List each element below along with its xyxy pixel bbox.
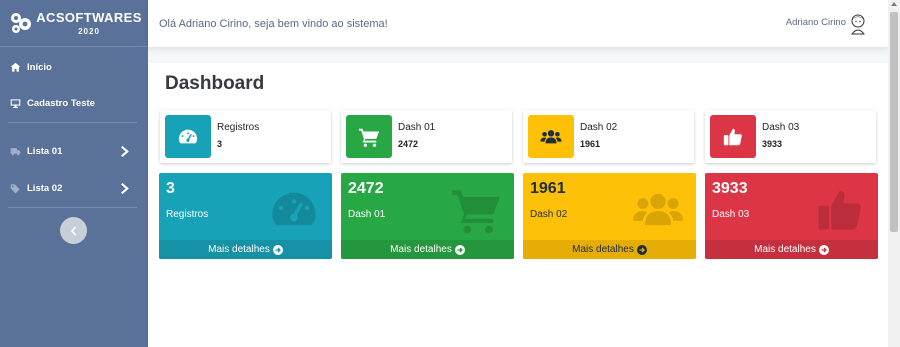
info-box-value: 3933 bbox=[762, 139, 783, 149]
chevron-right-icon bbox=[121, 145, 129, 157]
sidebar-item-inicio[interactable]: Início bbox=[0, 57, 148, 77]
topbar: Olá Adriano Cirino, seja bem vindo ao si… bbox=[148, 0, 888, 47]
info-box-dash-01: Dash 01 2472 bbox=[341, 110, 512, 163]
small-box-label: Dash 02 bbox=[530, 209, 568, 220]
small-box-value: 3 bbox=[166, 180, 175, 197]
chevron-right-icon bbox=[121, 182, 129, 194]
thumbs-up-icon bbox=[723, 128, 742, 145]
avatar[interactable] bbox=[848, 13, 868, 35]
more-details-link[interactable]: Mais detalhes bbox=[159, 240, 332, 259]
more-details-link[interactable]: Mais detalhes bbox=[705, 240, 878, 259]
sidebar-divider bbox=[8, 122, 137, 123]
truck-icon bbox=[10, 147, 21, 155]
small-box-dash-02: 1961 Dash 02 Mais detalhes bbox=[523, 173, 696, 259]
more-details-link[interactable]: Mais detalhes bbox=[523, 240, 696, 259]
brand-year: 2020 bbox=[78, 27, 100, 36]
arrow-circle-right-icon bbox=[454, 244, 465, 255]
user-name[interactable]: Adriano Cirino bbox=[786, 17, 846, 28]
small-box-value: 3933 bbox=[712, 180, 748, 197]
sidebar: ACSOFTWARES 2020 Início Cadastro Teste L… bbox=[0, 0, 148, 347]
sidebar-item-label: Lista 02 bbox=[27, 182, 63, 194]
info-box-icon bbox=[346, 115, 392, 158]
info-box-label: Dash 03 bbox=[762, 122, 800, 133]
cart-icon bbox=[358, 128, 380, 147]
logo-icon bbox=[11, 13, 31, 33]
tags-icon bbox=[10, 183, 20, 193]
info-box-label: Registros bbox=[217, 122, 260, 133]
brand[interactable]: ACSOFTWARES 2020 bbox=[0, 0, 148, 47]
small-box-value: 2472 bbox=[348, 180, 384, 197]
info-box-icon bbox=[710, 115, 756, 158]
cart-icon bbox=[452, 190, 500, 234]
scrollbar[interactable] bbox=[888, 0, 900, 347]
home-icon bbox=[10, 62, 21, 72]
info-box-icon bbox=[528, 115, 574, 158]
small-box-label: Dash 03 bbox=[712, 209, 750, 220]
info-box-label: Dash 01 bbox=[398, 122, 436, 133]
info-box-label: Dash 02 bbox=[580, 122, 618, 133]
welcome-message: Olá Adriano Cirino, seja bem vindo ao si… bbox=[159, 17, 388, 30]
users-icon bbox=[633, 193, 683, 226]
sidebar-item-cadastro-teste[interactable]: Cadastro Teste bbox=[0, 93, 148, 113]
main-panel: Dashboard Registros 3 Dash 01 2472 Dash … bbox=[148, 63, 888, 347]
chevron-left-icon bbox=[70, 225, 76, 236]
tachometer-icon bbox=[272, 192, 316, 226]
arrow-circle-right-icon bbox=[818, 244, 829, 255]
info-box-registros: Registros 3 bbox=[160, 110, 331, 163]
info-box-icon bbox=[165, 115, 211, 158]
more-details-label: Mais detalhes bbox=[208, 244, 270, 255]
small-box-value: 1961 bbox=[530, 180, 566, 197]
small-box-label: Dash 01 bbox=[348, 209, 386, 220]
info-box-value: 3 bbox=[217, 139, 223, 149]
arrow-circle-right-icon bbox=[636, 244, 647, 255]
scroll-up-arrow[interactable] bbox=[891, 2, 897, 6]
info-box-value: 2472 bbox=[398, 139, 419, 149]
sidebar-item-label: Lista 01 bbox=[27, 145, 63, 157]
small-box-label: Registros bbox=[166, 209, 209, 220]
scroll-thumb[interactable] bbox=[890, 12, 898, 232]
tachometer-icon bbox=[178, 129, 198, 143]
sidebar-item-label: Início bbox=[27, 61, 52, 73]
sidebar-item-label: Cadastro Teste bbox=[27, 97, 95, 109]
sidebar-divider bbox=[8, 207, 137, 208]
more-details-link[interactable]: Mais detalhes bbox=[341, 240, 514, 259]
small-box-dash-03: 3933 Dash 03 Mais detalhes bbox=[705, 173, 878, 259]
info-box-dash-03: Dash 03 3933 bbox=[705, 110, 876, 163]
sidebar-toggle-button[interactable] bbox=[60, 217, 87, 244]
desktop-icon bbox=[10, 98, 21, 108]
info-box-dash-02: Dash 02 1961 bbox=[523, 110, 694, 163]
small-box-dash-01: 2472 Dash 01 Mais detalhes bbox=[341, 173, 514, 259]
more-details-label: Mais detalhes bbox=[572, 244, 634, 255]
users-icon bbox=[540, 129, 562, 143]
arrow-circle-right-icon bbox=[272, 244, 283, 255]
thumbs-up-icon bbox=[818, 190, 861, 230]
sidebar-item-lista-01[interactable]: Lista 01 bbox=[0, 141, 148, 161]
sidebar-item-lista-02[interactable]: Lista 02 bbox=[0, 178, 148, 198]
page-title: Dashboard bbox=[165, 73, 265, 94]
brand-title: ACSOFTWARES bbox=[36, 10, 142, 25]
more-details-label: Mais detalhes bbox=[390, 244, 452, 255]
info-box-value: 1961 bbox=[580, 139, 601, 149]
more-details-label: Mais detalhes bbox=[754, 244, 816, 255]
small-box-registros: 3 Registros Mais detalhes bbox=[159, 173, 332, 259]
